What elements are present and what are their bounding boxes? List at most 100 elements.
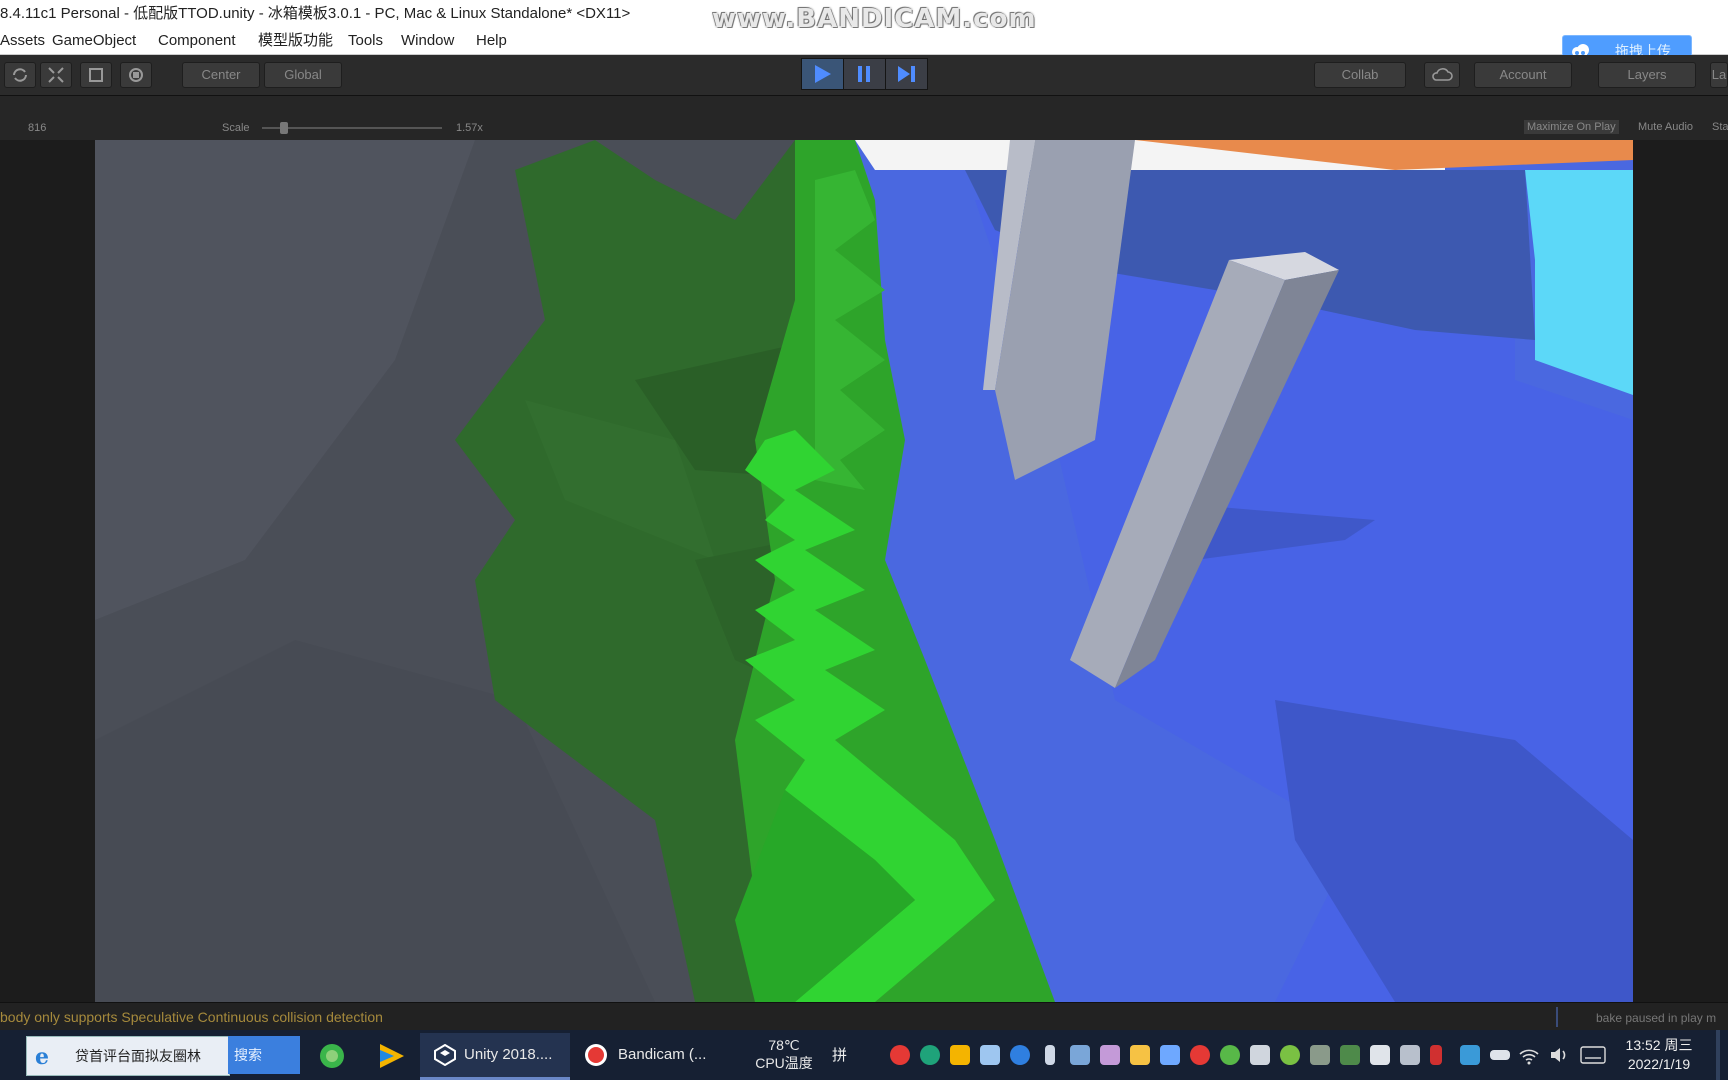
menu-model-functions[interactable]: 模型版功能 bbox=[258, 28, 333, 54]
menu-window[interactable]: Window bbox=[401, 28, 454, 54]
mute-audio-toggle[interactable]: Mute Audio bbox=[1638, 120, 1693, 134]
menu-gameobject[interactable]: GameObject bbox=[52, 28, 136, 54]
menu-bar: Assets GameObject Component 模型版功能 Tools … bbox=[0, 28, 1728, 55]
document-tray-icon[interactable] bbox=[1160, 1045, 1180, 1065]
cloud-button[interactable] bbox=[1424, 62, 1460, 88]
transform-icon bbox=[129, 68, 143, 82]
window-title: 8.4.11c1 Personal - 低配版TTOD.unity - 冰箱模板… bbox=[0, 5, 631, 22]
rect-icon bbox=[89, 68, 103, 82]
battery-tray-icon[interactable] bbox=[1490, 1050, 1510, 1060]
console-message: body only supports Speculative Continuou… bbox=[0, 1009, 383, 1025]
green-app-icon[interactable] bbox=[318, 1042, 346, 1070]
account-label: Account bbox=[1499, 67, 1547, 82]
play-icon bbox=[815, 65, 831, 83]
search-button[interactable]: 搜索 bbox=[228, 1036, 300, 1074]
cpu-temperature-widget[interactable]: 78℃ CPU温度 bbox=[744, 1036, 824, 1072]
gamepad-tray-icon[interactable] bbox=[1250, 1045, 1270, 1065]
menu-tools[interactable]: Tools bbox=[348, 28, 383, 54]
clock-time: 13:52 周三 bbox=[1625, 1037, 1693, 1053]
arrow-tray-icon[interactable] bbox=[1430, 1045, 1442, 1065]
folder-tray-icon[interactable] bbox=[1130, 1045, 1150, 1065]
play-button[interactable] bbox=[801, 58, 844, 90]
os-taskbar: e 贷首评台面拟友圈林 搜索 Unity 2018.... Bandicam (… bbox=[0, 1030, 1728, 1080]
game-scene bbox=[95, 140, 1633, 1002]
cpu-temp-label: CPU温度 bbox=[755, 1055, 813, 1071]
menu-assets[interactable]: Assets bbox=[0, 28, 45, 54]
scale-label: Scale bbox=[222, 122, 250, 134]
app-tray-icon[interactable] bbox=[1280, 1045, 1300, 1065]
step-icon bbox=[898, 66, 915, 82]
clock-date: 2022/1/19 bbox=[1627, 1056, 1691, 1072]
sky bbox=[1525, 170, 1633, 395]
stats-toggle[interactable]: Sta bbox=[1712, 120, 1728, 134]
svg-text:e: e bbox=[35, 1044, 49, 1068]
record-icon bbox=[585, 1044, 607, 1066]
video-tray-icon[interactable] bbox=[950, 1045, 970, 1065]
bake-status: bake paused in play m bbox=[1596, 1011, 1717, 1025]
player-tray-icon[interactable] bbox=[920, 1045, 940, 1065]
browser-taskbar-item[interactable]: e 贷首评台面拟友圈林 bbox=[26, 1036, 230, 1076]
show-desktop-button[interactable] bbox=[1716, 1030, 1720, 1080]
network-tray-icon[interactable] bbox=[1460, 1045, 1480, 1065]
user-tray-icon[interactable] bbox=[1400, 1045, 1420, 1065]
pivot-center-button[interactable]: Center bbox=[182, 62, 260, 88]
weibo-tray-icon[interactable] bbox=[1190, 1045, 1210, 1065]
rect-tool-button[interactable] bbox=[80, 62, 112, 88]
layout-dropdown[interactable]: La bbox=[1710, 62, 1728, 88]
console-status-bar[interactable]: body only supports Speculative Continuou… bbox=[0, 1002, 1728, 1031]
scale-slider-thumb[interactable] bbox=[280, 122, 288, 134]
scale-slider[interactable] bbox=[262, 122, 442, 134]
rotate-tool-button[interactable] bbox=[4, 62, 36, 88]
app-tray-icon[interactable] bbox=[1340, 1045, 1360, 1065]
game-viewport[interactable] bbox=[95, 140, 1633, 1002]
space-label: Global bbox=[284, 67, 322, 82]
scale-tool-button[interactable] bbox=[40, 62, 72, 88]
menu-help[interactable]: Help bbox=[476, 28, 507, 54]
video-player-icon[interactable] bbox=[376, 1042, 406, 1070]
volume-icon[interactable] bbox=[1548, 1044, 1570, 1066]
right-panel bbox=[1633, 140, 1728, 1002]
layout-label: La bbox=[1711, 67, 1727, 82]
taskbar-app-unity[interactable]: Unity 2018.... bbox=[420, 1033, 570, 1080]
layers-label: Layers bbox=[1627, 67, 1667, 82]
search-label: 搜索 bbox=[234, 1047, 262, 1063]
scale-icon bbox=[48, 67, 64, 83]
account-dropdown[interactable]: Account bbox=[1474, 62, 1572, 88]
thermometer-tray-icon[interactable] bbox=[1045, 1045, 1055, 1065]
keyboard-icon[interactable] bbox=[1580, 1046, 1606, 1064]
pause-button[interactable] bbox=[843, 58, 886, 90]
cloud-icon bbox=[1432, 68, 1453, 81]
aspect-dropdown[interactable]: 816 bbox=[28, 121, 46, 135]
monitor-tray-icon[interactable] bbox=[1370, 1045, 1390, 1065]
record-tray-icon[interactable] bbox=[890, 1045, 910, 1065]
taskbar-app-label: Bandicam (... bbox=[618, 1046, 707, 1063]
unity-icon bbox=[434, 1044, 456, 1066]
rotate-icon bbox=[13, 68, 27, 82]
taskbar-app-label: Unity 2018.... bbox=[464, 1046, 553, 1063]
step-button[interactable] bbox=[885, 58, 928, 90]
browser-search-text: 贷首评台面拟友圈林 bbox=[75, 1048, 201, 1064]
menu-component[interactable]: Component bbox=[158, 28, 236, 54]
system-clock[interactable]: 13:52 周三 2022/1/19 bbox=[1612, 1036, 1706, 1074]
status-divider bbox=[1556, 1007, 1558, 1027]
game-view-toolbar: 816 Scale 1.57x Maximize On Play Mute Au… bbox=[0, 96, 1728, 140]
wifi-icon[interactable] bbox=[1518, 1044, 1540, 1066]
app-tray-icon[interactable] bbox=[1310, 1045, 1330, 1065]
transform-tool-button[interactable] bbox=[120, 62, 152, 88]
cpu-temp-value: 78℃ bbox=[768, 1037, 800, 1053]
taskbar-app-bandicam[interactable]: Bandicam (... bbox=[576, 1033, 726, 1077]
app-tray-icon[interactable] bbox=[1100, 1045, 1120, 1065]
maximize-on-play-toggle[interactable]: Maximize On Play bbox=[1524, 120, 1619, 134]
space-global-button[interactable]: Global bbox=[264, 62, 342, 88]
ie-icon: e bbox=[35, 1044, 49, 1068]
layers-dropdown[interactable]: Layers bbox=[1598, 62, 1696, 88]
scale-value: 1.57x bbox=[456, 122, 483, 134]
pause-icon bbox=[858, 66, 870, 82]
ime-indicator[interactable]: 拼 bbox=[832, 1044, 847, 1065]
image-tray-icon[interactable] bbox=[980, 1045, 1000, 1065]
app-tray-icon[interactable] bbox=[1070, 1045, 1090, 1065]
wechat-tray-icon[interactable] bbox=[1220, 1045, 1240, 1065]
left-panel bbox=[0, 140, 95, 1002]
globe-tray-icon[interactable] bbox=[1010, 1045, 1030, 1065]
collab-button[interactable]: Collab bbox=[1314, 62, 1406, 88]
